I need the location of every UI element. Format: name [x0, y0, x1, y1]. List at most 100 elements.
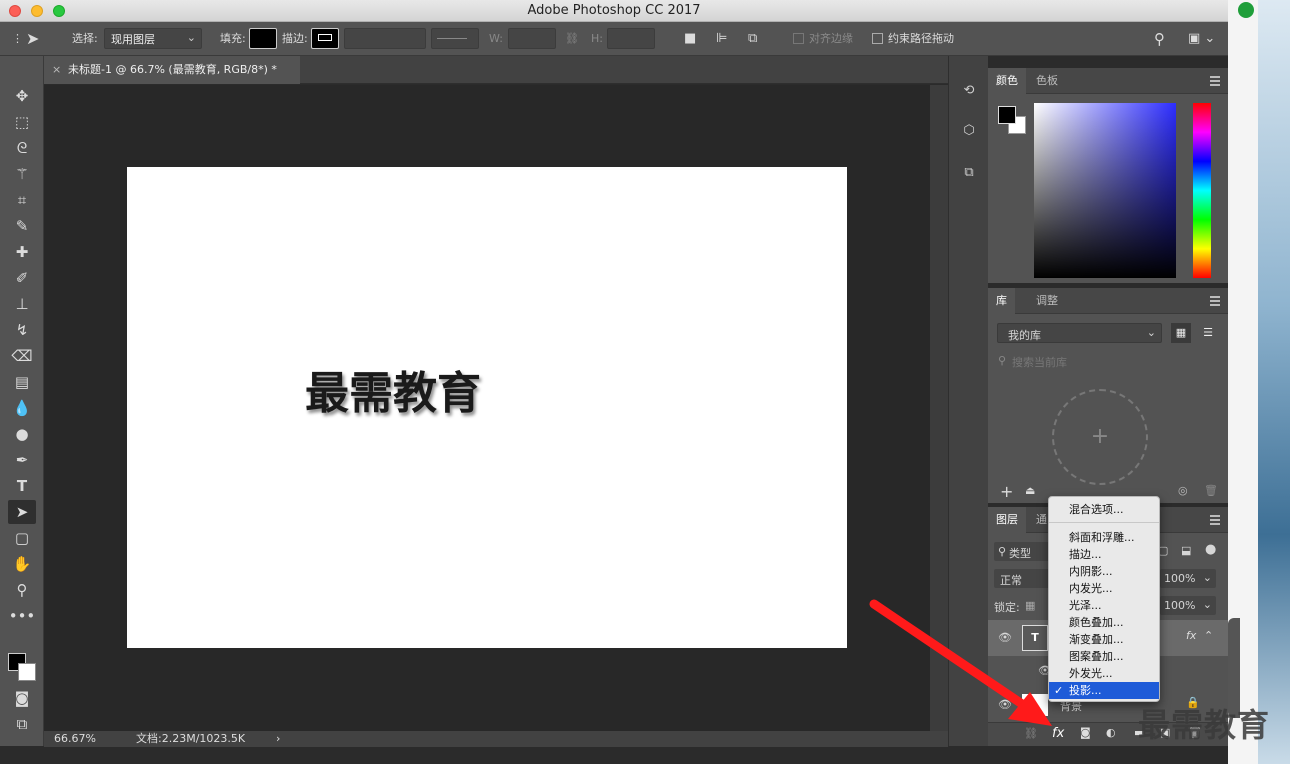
menu-item[interactable]: 渐变叠加...	[1049, 631, 1159, 648]
screen-mode-icon[interactable]: ⧉	[8, 712, 36, 736]
menu-item[interactable]: 描边...	[1049, 546, 1159, 563]
menu-item-label: 内发光...	[1069, 582, 1113, 595]
search-icon[interactable]: ⚲	[1154, 22, 1165, 56]
menu-item[interactable]: 斜面和浮雕...	[1049, 529, 1159, 546]
stroke-swatch[interactable]	[311, 28, 339, 49]
layer-filter-select[interactable]: ⚲ 类型	[994, 542, 1050, 561]
trash-icon[interactable]: 🗑	[1204, 484, 1218, 497]
workspace-icon[interactable]: ▣ ⌄	[1188, 22, 1215, 56]
paths-panel-icon[interactable]: ⧉	[956, 160, 982, 186]
path-selection-tool-icon[interactable]: ➤	[8, 500, 36, 524]
add-mask-icon[interactable]: ◙	[1080, 726, 1091, 739]
menu-item[interactable]: 光泽...	[1049, 597, 1159, 614]
menu-item-label: 光泽...	[1069, 599, 1102, 612]
align-edges-checkbox[interactable]	[793, 33, 804, 44]
tab-color[interactable]: 颜色	[988, 68, 1026, 94]
3d-panel-icon[interactable]: ⬡	[956, 118, 982, 144]
color-field[interactable]	[1034, 103, 1176, 278]
add-library-item-icon[interactable]: +	[1052, 389, 1148, 485]
zoom-tool-icon[interactable]: ⚲	[8, 578, 36, 602]
eyedropper-tool-icon[interactable]: ✎	[8, 214, 36, 238]
tab-swatches[interactable]: 色板	[1028, 68, 1066, 94]
adjustment-layer-icon[interactable]: ◐	[1106, 726, 1116, 739]
menu-separator	[1049, 522, 1159, 523]
quick-mask-icon[interactable]: ◙	[8, 686, 36, 710]
background-color-swatch[interactable]	[18, 663, 36, 681]
menu-item[interactable]: 图案叠加...	[1049, 648, 1159, 665]
color-foreground-swatch[interactable]	[998, 106, 1016, 124]
grid-view-icon[interactable]: ▦	[1171, 323, 1191, 343]
link-icon[interactable]: ⛓	[565, 22, 579, 56]
blur-tool-icon[interactable]: 💧	[8, 396, 36, 420]
select-dropdown[interactable]: 现用图层 ⌄	[104, 28, 202, 49]
width-field[interactable]	[508, 28, 556, 49]
pen-tool-icon[interactable]: ✒	[8, 448, 36, 472]
filter-smart-object-icon[interactable]: ⬓	[1181, 544, 1191, 557]
stroke-type-dropdown[interactable]	[431, 28, 479, 49]
options-menu-icon[interactable]: ⋮	[12, 22, 23, 56]
upload-icon[interactable]: ⏏	[1025, 484, 1035, 497]
menu-item[interactable]: ✓ 投影...	[1049, 682, 1159, 699]
rectangle-tool-icon[interactable]: ▢	[8, 526, 36, 550]
menu-item[interactable]: 外发光...	[1049, 665, 1159, 682]
zoom-level[interactable]: 66.67%	[54, 731, 96, 747]
minimize-window-button[interactable]	[31, 5, 43, 17]
menu-item[interactable]: 内阴影...	[1049, 563, 1159, 580]
opacity-field[interactable]: 100% ⌄	[1160, 569, 1216, 588]
type-tool-icon[interactable]: T	[8, 474, 36, 498]
fill-field[interactable]: 100% ⌄	[1160, 596, 1216, 615]
library-select[interactable]: 我的库 ⌄	[997, 323, 1162, 343]
crop-tool-icon[interactable]: ⌗	[8, 188, 36, 212]
add-icon[interactable]: +	[1000, 482, 1013, 501]
move-tool-icon[interactable]: ✥	[8, 84, 36, 108]
magic-wand-tool-icon[interactable]: ⚚	[8, 162, 36, 186]
clone-stamp-tool-icon[interactable]: ⊥	[8, 292, 36, 316]
menu-item[interactable]: 颜色叠加...	[1049, 614, 1159, 631]
layer-fx-icon[interactable]: fx	[1186, 629, 1196, 642]
zoom-window-button[interactable]	[53, 5, 65, 17]
status-menu-chevron-icon[interactable]: ›	[276, 731, 280, 747]
close-tab-icon[interactable]: ×	[52, 56, 61, 84]
watermark: 最需教育	[1138, 706, 1271, 744]
path-arrangement-icon[interactable]: ⧉	[748, 22, 757, 56]
library-search-input[interactable]: 搜索当前库	[1012, 354, 1067, 370]
more-tools-icon[interactable]: •••	[8, 604, 36, 628]
menu-item[interactable]: 内发光...	[1049, 580, 1159, 597]
constrain-path-checkbox[interactable]	[872, 33, 883, 44]
panel-menu-icon[interactable]	[1210, 296, 1220, 306]
lasso-tool-icon[interactable]: ᘓ	[8, 136, 36, 160]
eraser-tool-icon[interactable]: ⌫	[8, 344, 36, 368]
panel-menu-icon[interactable]	[1210, 76, 1220, 86]
blend-mode-select[interactable]: 正常	[994, 569, 1054, 588]
dodge-tool-icon[interactable]: ●	[8, 422, 36, 446]
filter-toggle-icon[interactable]: ●	[1205, 542, 1216, 557]
path-operations-icon[interactable]: ■	[684, 22, 696, 56]
tab-layers[interactable]: 图层	[988, 507, 1026, 533]
tab-library[interactable]: 库	[988, 288, 1015, 314]
tab-adjustments[interactable]: 调整	[1028, 288, 1066, 314]
direct-select-tool-icon[interactable]: ➤	[26, 22, 39, 56]
list-view-icon[interactable]: ☰	[1198, 323, 1218, 343]
canvas-text-layer[interactable]: 最需教育	[127, 357, 659, 421]
close-window-button[interactable]	[9, 5, 21, 17]
menu-item-label: 斜面和浮雕...	[1069, 531, 1135, 544]
search-icon: ⚲	[998, 545, 1007, 558]
chevron-up-icon[interactable]: ⌃	[1204, 629, 1213, 642]
hand-tool-icon[interactable]: ✋	[8, 552, 36, 576]
path-alignment-icon[interactable]: ⊫	[716, 22, 727, 56]
stroke-width-field[interactable]	[344, 28, 426, 49]
menu-item[interactable]: 混合选项...	[1049, 501, 1159, 518]
cc-sync-icon[interactable]: ◎	[1178, 484, 1188, 497]
gradient-tool-icon[interactable]: ▤	[8, 370, 36, 394]
history-brush-tool-icon[interactable]: ↯	[8, 318, 36, 342]
history-panel-icon[interactable]: ⟲	[956, 78, 982, 104]
fill-swatch[interactable]	[249, 28, 277, 49]
panel-menu-icon[interactable]	[1210, 515, 1220, 525]
document-tab[interactable]: × 未标题-1 @ 66.7% (最需教育, RGB/8*) *	[44, 56, 300, 84]
marquee-tool-icon[interactable]: ⬚	[8, 110, 36, 134]
healing-brush-tool-icon[interactable]: ✚	[8, 240, 36, 264]
height-field[interactable]	[607, 28, 655, 49]
hue-slider[interactable]	[1193, 103, 1211, 278]
document-canvas[interactable]: 最需教育	[127, 167, 847, 648]
brush-tool-icon[interactable]: ✐	[8, 266, 36, 290]
